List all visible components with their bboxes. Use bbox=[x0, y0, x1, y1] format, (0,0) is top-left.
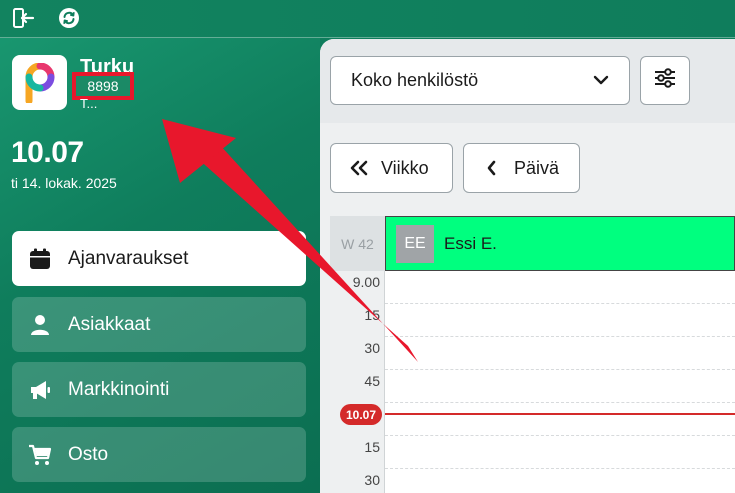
time-slot-cell[interactable] bbox=[385, 436, 735, 469]
staff-select[interactable]: Koko henkilöstö bbox=[330, 56, 630, 105]
time-label: 9.00 bbox=[352, 274, 380, 290]
previous-week-button[interactable]: Viikko bbox=[330, 143, 453, 193]
time-slot-row: 15 bbox=[330, 436, 735, 469]
staff-column-header[interactable]: EE Essi E. bbox=[385, 216, 735, 271]
filter-settings-button[interactable] bbox=[640, 56, 690, 105]
time-label: 45 bbox=[364, 373, 380, 389]
current-time-badge: 10.07 bbox=[340, 404, 382, 425]
time-slot-cell[interactable] bbox=[385, 337, 735, 370]
staff-select-value: Koko henkilöstö bbox=[351, 70, 479, 90]
time-slot-cell[interactable] bbox=[385, 370, 735, 403]
staff-name: Essi E. bbox=[444, 233, 497, 253]
nav-item-label: Osto bbox=[68, 443, 109, 465]
megaphone-icon bbox=[28, 378, 52, 402]
current-time-line bbox=[385, 413, 735, 415]
time-slot-row: 45 bbox=[330, 370, 735, 403]
chevron-down-icon bbox=[593, 72, 609, 93]
time-slot-cell[interactable] bbox=[385, 271, 735, 304]
calendar-icon bbox=[28, 247, 52, 271]
nav-item-label: Markkinointi bbox=[68, 378, 170, 400]
time-slot-cell[interactable] bbox=[385, 403, 735, 436]
week-number: W 42 bbox=[330, 216, 385, 271]
time-grid: 9.00 15 30 45 15 30 10.07 bbox=[330, 271, 735, 493]
previous-week-label: Viikko bbox=[381, 157, 429, 178]
app-logo bbox=[12, 55, 67, 110]
current-date: ti 14. lokak. 2025 bbox=[11, 175, 117, 191]
time-slot-row: 9.00 bbox=[330, 271, 735, 304]
time-label: 15 bbox=[364, 307, 380, 323]
time-slot-row: 15 bbox=[330, 304, 735, 337]
top-bar bbox=[0, 0, 735, 38]
nav-item-ajanvaraukset[interactable]: Ajanvaraukset bbox=[12, 231, 306, 286]
organization-subtitle: T... bbox=[80, 96, 98, 111]
time-slot-row: 30 bbox=[330, 469, 735, 493]
chevron-left-icon bbox=[482, 158, 502, 178]
nav-item-osto[interactable]: Osto bbox=[12, 427, 306, 482]
calendar-panel: Koko henkilöstö Viikko Päivä W 42 EE Ess… bbox=[320, 39, 735, 493]
nav-item-asiakkaat[interactable]: Asiakkaat bbox=[12, 297, 306, 352]
sliders-icon bbox=[654, 68, 676, 93]
time-slot-cell[interactable] bbox=[385, 304, 735, 337]
current-time: 10.07 bbox=[11, 136, 84, 169]
nav-item-label: Ajanvaraukset bbox=[68, 247, 189, 269]
time-slot-cell[interactable] bbox=[385, 469, 735, 493]
logout-icon[interactable] bbox=[12, 6, 36, 30]
time-label: 30 bbox=[364, 472, 380, 488]
time-label: 15 bbox=[364, 439, 380, 455]
previous-day-label: Päivä bbox=[514, 157, 560, 178]
person-icon bbox=[28, 313, 52, 337]
nav-item-label: Asiakkaat bbox=[68, 313, 151, 335]
previous-day-button[interactable]: Päivä bbox=[463, 143, 580, 193]
cart-icon bbox=[28, 443, 52, 467]
time-label: 30 bbox=[364, 340, 380, 356]
avatar: EE bbox=[396, 224, 434, 263]
logo-icon bbox=[25, 62, 54, 103]
refresh-icon[interactable] bbox=[57, 6, 81, 30]
nav-item-markkinointi[interactable]: Markkinointi bbox=[12, 362, 306, 417]
double-chevron-left-icon bbox=[349, 158, 369, 178]
time-slot-row: 30 bbox=[330, 337, 735, 370]
time-slot-row bbox=[330, 403, 735, 436]
